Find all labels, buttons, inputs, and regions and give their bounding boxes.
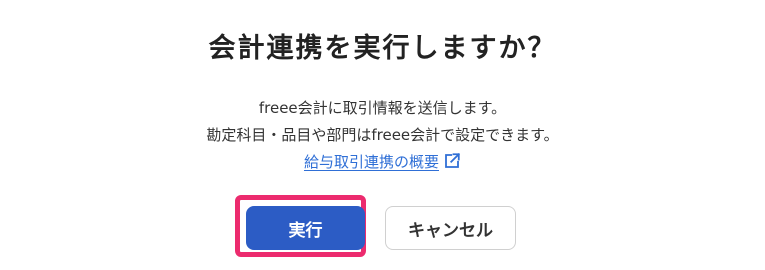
- execute-button[interactable]: 実行: [246, 206, 365, 250]
- dialog-description-line1: freee会計に取引情報を送信します。: [258, 99, 507, 117]
- cancel-button[interactable]: キャンセル: [385, 206, 516, 250]
- confirm-dialog: 会計連携を実行しますか？ freee会計に取引情報を送信します。 勘定科目・品目…: [0, 0, 765, 270]
- payroll-integration-overview-link[interactable]: 給与取引連携の概要: [303, 152, 461, 171]
- dialog-title: 会計連携を実行しますか？: [208, 33, 557, 64]
- dialog-description-line2: 勘定科目・品目や部門はfreee会計で設定できます。: [206, 126, 559, 144]
- help-link-row: 給与取引連携の概要: [0, 151, 765, 172]
- external-link-icon: [445, 152, 461, 168]
- help-link-label: 給与取引連携の概要: [303, 153, 439, 171]
